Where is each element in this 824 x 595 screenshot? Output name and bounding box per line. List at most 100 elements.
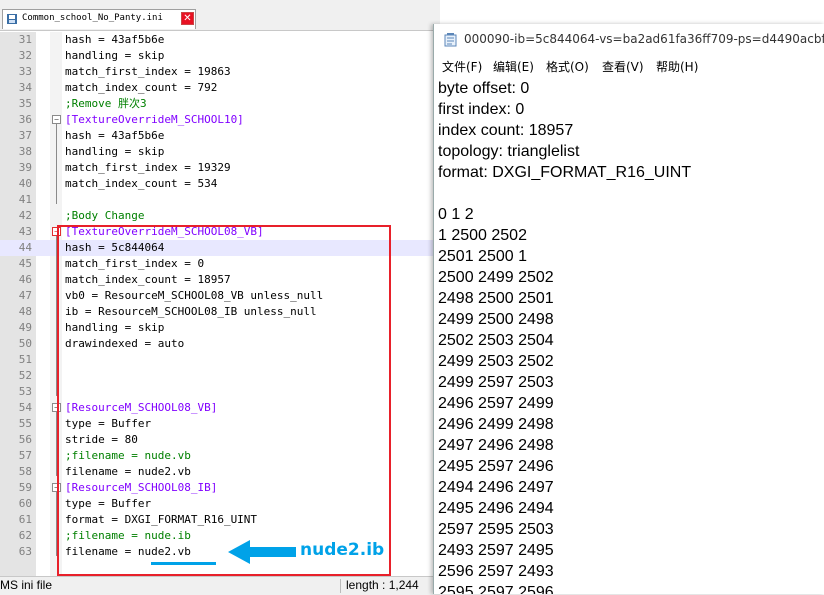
- tab-bar: Common_school_No_Panty.ini ✕: [0, 0, 440, 31]
- code-line[interactable]: 50 drawindexed = auto: [0, 336, 440, 352]
- line-number: 46: [18, 273, 32, 286]
- code-line[interactable]: 51: [0, 352, 440, 368]
- code-line[interactable]: 58 filename = nude2.vb: [0, 464, 440, 480]
- code-text: type = Buffer: [65, 417, 152, 430]
- code-text: handling = skip: [65, 49, 165, 62]
- status-length: length : 1,244: [346, 578, 419, 592]
- notepad-line: 2499 2500 2498: [438, 311, 554, 328]
- tab-common-school-ini[interactable]: Common_school_No_Panty.ini ✕: [2, 9, 196, 29]
- code-line[interactable]: 61 format = DXGI_FORMAT_R16_UINT: [0, 512, 440, 528]
- notepad-line: 2495 2496 2494: [438, 500, 554, 517]
- code-text: ;Body Change: [65, 209, 145, 222]
- fold-guide: [56, 492, 57, 556]
- notepad-text-area[interactable]: byte offset: 0 first index: 0 index count:…: [438, 78, 824, 594]
- code-text: match_first_index = 19329: [65, 161, 231, 174]
- notepad-line: 2493 2597 2495: [438, 542, 554, 559]
- code-text: [TextureOverrideM_SCHOOL08_VB]: [65, 225, 264, 238]
- code-line[interactable]: 48 ib = ResourceM_SCHOOL08_IB unless_null: [0, 304, 440, 320]
- code-text: hash = 5c844064: [65, 241, 165, 254]
- line-number: 42: [18, 209, 32, 222]
- code-area[interactable]: 31 hash = 43af5b6e 32 handling = skip 33 matc…: [0, 32, 440, 576]
- code-line[interactable]: 31 hash = 43af5b6e: [0, 32, 440, 48]
- code-line[interactable]: 59 − [ResourceM_SCHOOL08_IB]: [0, 480, 440, 496]
- code-line[interactable]: 54 − [ResourceM_SCHOOL08_VB]: [0, 400, 440, 416]
- code-text: vb0 = ResourceM_SCHOOL08_VB unless_null: [65, 289, 324, 302]
- code-text: ;filename = nude.vb: [65, 449, 191, 462]
- notepad-line: 2500 2499 2502: [438, 269, 554, 286]
- code-line[interactable]: 52: [0, 368, 440, 384]
- code-line[interactable]: 37 hash = 43af5b6e: [0, 128, 440, 144]
- fold-toggle-icon[interactable]: −: [52, 227, 61, 236]
- code-line[interactable]: 47 vb0 = ResourceM_SCHOOL08_VB unless_nul…: [0, 288, 440, 304]
- code-text: stride = 80: [65, 433, 138, 446]
- notepad-line: format: DXGI_FORMAT_R16_UINT: [438, 164, 692, 181]
- menu-help[interactable]: 帮助(H): [656, 58, 698, 75]
- line-number: 52: [18, 369, 32, 382]
- line-number: 50: [18, 337, 32, 350]
- code-line[interactable]: 60 type = Buffer: [0, 496, 440, 512]
- menu-file[interactable]: 文件(F): [442, 58, 482, 75]
- fold-toggle-icon[interactable]: −: [52, 403, 61, 412]
- fold-toggle-icon[interactable]: −: [52, 483, 61, 492]
- menu-format[interactable]: 格式(O): [546, 58, 589, 75]
- menu-view[interactable]: 查看(V): [602, 58, 644, 75]
- line-number: 31: [18, 33, 32, 46]
- notepad-line: 2596 2597 2493: [438, 563, 554, 580]
- notepad-line: 2595 2597 2596: [438, 584, 554, 594]
- code-line[interactable]: 55 type = Buffer: [0, 416, 440, 432]
- code-line[interactable]: 41: [0, 192, 440, 208]
- code-line[interactable]: 45 match_first_index = 0: [0, 256, 440, 272]
- code-text: format = DXGI_FORMAT_R16_UINT: [65, 513, 258, 526]
- line-number: 53: [18, 385, 32, 398]
- notepad-line: 2597 2595 2503: [438, 521, 554, 538]
- code-text: match_first_index = 19863: [65, 65, 231, 78]
- code-text: [ResourceM_SCHOOL08_VB]: [65, 401, 218, 414]
- notepad-line: byte offset: 0: [438, 80, 530, 97]
- code-line[interactable]: 33 match_first_index = 19863: [0, 64, 440, 80]
- code-text: type = Buffer: [65, 497, 152, 510]
- code-line[interactable]: 44 hash = 5c844064: [0, 240, 440, 256]
- code-text: match_index_count = 18957: [65, 273, 231, 286]
- line-number: 51: [18, 353, 32, 366]
- code-text: drawindexed = auto: [65, 337, 185, 350]
- code-line[interactable]: 40 match_index_count = 534: [0, 176, 440, 192]
- line-number: 54: [18, 401, 32, 414]
- notepad-line: 2495 2597 2496: [438, 458, 554, 475]
- code-line[interactable]: 38 handling = skip: [0, 144, 440, 160]
- notepad-titlebar[interactable]: 000090-ib=5c844064-vs=ba2ad61fa36ff709-p…: [434, 24, 824, 54]
- code-line[interactable]: 32 handling = skip: [0, 48, 440, 64]
- code-text: [ResourceM_SCHOOL08_IB]: [65, 481, 218, 494]
- code-line[interactable]: 46 match_index_count = 18957: [0, 272, 440, 288]
- fold-toggle-icon[interactable]: −: [52, 115, 61, 124]
- code-line[interactable]: 49 handling = skip: [0, 320, 440, 336]
- tab-label: Common_school_No_Panty.ini: [22, 13, 163, 23]
- annotation-label: nude2.ib: [300, 540, 385, 560]
- line-number: 38: [18, 145, 32, 158]
- code-line[interactable]: 35 ;Remove 胖次3: [0, 96, 440, 112]
- notepad-line: 2494 2496 2497: [438, 479, 554, 496]
- status-file-type: MS ini file: [0, 578, 53, 592]
- close-tab-icon[interactable]: ✕: [181, 12, 194, 25]
- notepad-line: 2497 2496 2498: [438, 437, 554, 454]
- code-line[interactable]: 42 ;Body Change: [0, 208, 440, 224]
- line-number: 62: [18, 529, 32, 542]
- code-line[interactable]: 43 − [TextureOverrideM_SCHOOL08_VB]: [0, 224, 440, 240]
- code-text: ;filename = nude.ib: [65, 529, 191, 542]
- code-line[interactable]: 56 stride = 80: [0, 432, 440, 448]
- notepad-icon: [444, 33, 457, 47]
- code-line[interactable]: 39 match_first_index = 19329: [0, 160, 440, 176]
- line-number: 36: [18, 113, 32, 126]
- line-number: 45: [18, 257, 32, 270]
- line-number: 61: [18, 513, 32, 526]
- code-line[interactable]: 57 ;filename = nude.vb: [0, 448, 440, 464]
- menu-edit[interactable]: 编辑(E): [493, 58, 534, 75]
- notepad-line: 2496 2597 2499: [438, 395, 554, 412]
- code-line[interactable]: 34 match_index_count = 792: [0, 80, 440, 96]
- line-number: 39: [18, 161, 32, 174]
- notepad-line: 2496 2499 2498: [438, 416, 554, 433]
- code-line[interactable]: 53: [0, 384, 440, 400]
- code-line[interactable]: 36 − [TextureOverrideM_SCHOOL10]: [0, 112, 440, 128]
- line-number: 43: [18, 225, 32, 238]
- fold-guide: [56, 236, 57, 396]
- fold-guide: [56, 412, 57, 476]
